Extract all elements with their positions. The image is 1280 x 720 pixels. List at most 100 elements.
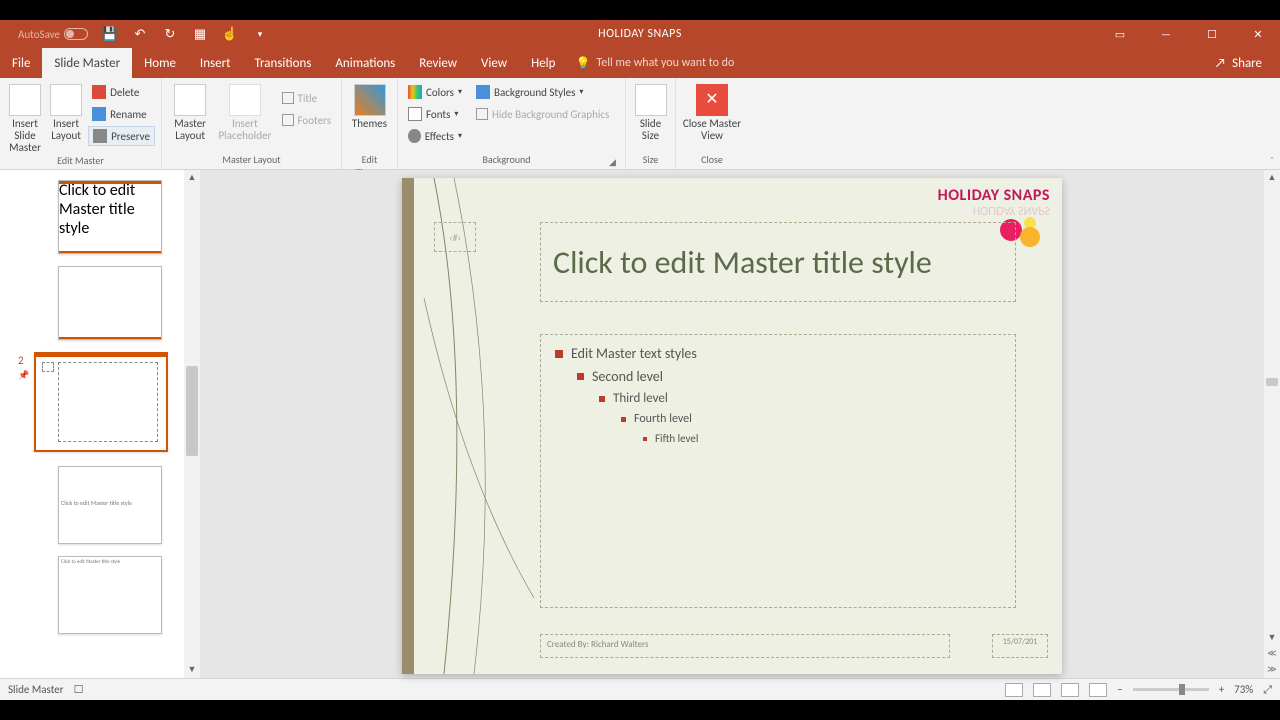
slide-size-label: Slide Size <box>632 118 669 142</box>
scrollbar-thumb[interactable] <box>186 366 198 456</box>
zoom-in-icon[interactable]: + <box>1219 683 1224 696</box>
master-layout-button[interactable]: Master Layout <box>168 82 212 142</box>
background-group-label: Background <box>404 153 609 169</box>
title-checkbox: Title <box>278 88 336 108</box>
scrollbar-thumb[interactable] <box>1266 378 1278 386</box>
statusbar: Slide Master ☐ − + 73% ⤢ <box>0 678 1280 700</box>
chevron-down-icon: ▾ <box>458 87 462 97</box>
start-from-beginning-icon[interactable]: ▦ <box>192 26 208 42</box>
tell-me-search[interactable]: 💡 Tell me what you want to do <box>576 48 735 78</box>
scroll-up-icon[interactable]: ▲ <box>184 170 200 186</box>
zoom-slider[interactable] <box>1133 688 1209 691</box>
redo-icon[interactable]: ↻ <box>162 26 178 42</box>
background-styles-button[interactable]: Background Styles▾ <box>472 82 619 102</box>
slide-number-placeholder[interactable]: ‹#› <box>434 222 476 252</box>
footer-placeholder[interactable]: Created By: Richard Walters <box>540 634 950 658</box>
preserve-button[interactable]: Preserve <box>88 126 155 146</box>
fonts-icon <box>408 107 422 121</box>
slide-size-icon <box>635 84 667 116</box>
bullet-icon <box>643 437 647 441</box>
footers-checkbox: Footers <box>278 110 336 130</box>
zoom-knob[interactable] <box>1179 684 1185 695</box>
status-mode: Slide Master <box>8 683 64 696</box>
reading-view-icon[interactable] <box>1061 683 1079 697</box>
autosave-pill-icon <box>64 28 88 40</box>
effects-button[interactable]: Effects▾ <box>404 126 466 146</box>
slide-canvas[interactable]: HOLIDAY SNAPS HOLIDAY SNAPS ‹#› Click to… <box>200 170 1264 678</box>
close-master-icon: ✕ <box>696 84 728 116</box>
notes-icon[interactable]: ☐ <box>74 683 84 696</box>
tab-help[interactable]: Help <box>519 48 567 78</box>
tab-slide-master[interactable]: Slide Master <box>42 48 132 78</box>
themes-button[interactable]: Themes <box>348 82 391 130</box>
insert-slide-master-label: Insert Slide Master <box>6 118 44 154</box>
tab-file[interactable]: File <box>0 48 42 78</box>
normal-view-icon[interactable] <box>1005 683 1023 697</box>
slide-sorter-icon[interactable] <box>1033 683 1051 697</box>
next-slide-icon[interactable]: ≫ <box>1264 662 1280 678</box>
slideshow-icon[interactable] <box>1089 683 1107 697</box>
maximize-icon[interactable]: ☐ <box>1190 20 1234 48</box>
ribbon-display-icon[interactable]: ▭ <box>1098 20 1142 48</box>
scroll-down-icon[interactable]: ▼ <box>184 662 200 678</box>
tab-animations[interactable]: Animations <box>323 48 407 78</box>
slide-size-button[interactable]: Slide Size <box>632 82 669 142</box>
tab-view[interactable]: View <box>469 48 519 78</box>
canvas-scrollbar[interactable]: ▲ ▼ ≪ ≫ <box>1264 170 1280 678</box>
scroll-down-icon[interactable]: ▼ <box>1264 630 1280 646</box>
insert-slide-master-button[interactable]: Insert Slide Master <box>6 82 44 154</box>
layout-thumb-selected[interactable] <box>34 352 168 452</box>
list-item: Fifth level <box>643 432 1001 445</box>
autosave-toggle[interactable]: AutoSave <box>18 28 88 41</box>
layout-thumb[interactable]: Click to edit Master title style <box>58 556 162 634</box>
prev-slide-icon[interactable]: ≪ <box>1264 646 1280 662</box>
title-placeholder[interactable]: Click to edit Master title style <box>540 222 1016 302</box>
insert-placeholder-label: Insert Placeholder <box>218 118 271 142</box>
bullet-icon <box>577 373 584 380</box>
fit-to-window-icon[interactable]: ⤢ <box>1263 683 1272 697</box>
rename-button[interactable]: Rename <box>88 104 155 124</box>
chevron-down-icon: ▾ <box>579 87 583 97</box>
qat-more-icon[interactable]: ▾ <box>252 26 268 42</box>
scroll-up-icon[interactable]: ▲ <box>1264 170 1280 186</box>
close-master-view-button[interactable]: ✕ Close Master View <box>682 82 742 142</box>
tab-review[interactable]: Review <box>407 48 469 78</box>
checkbox-icon <box>282 92 294 104</box>
layout-thumb[interactable] <box>58 266 162 340</box>
titlebar: AutoSave 💾 ↶ ↻ ▦ ☝ ▾ HOLIDAY SNAPS ▭ — ☐… <box>0 20 1280 48</box>
share-label: Share <box>1232 56 1262 71</box>
fonts-button[interactable]: Fonts▾ <box>404 104 466 124</box>
close-icon[interactable]: ✕ <box>1236 20 1280 48</box>
colors-button[interactable]: Colors▾ <box>404 82 466 102</box>
minimize-icon[interactable]: — <box>1144 20 1188 48</box>
delete-button[interactable]: Delete <box>88 82 155 102</box>
bullet-icon <box>555 350 563 358</box>
zoom-level[interactable]: 73% <box>1234 683 1253 696</box>
background-dialog-launcher-icon[interactable]: ◢ <box>609 157 619 167</box>
layout-thumb[interactable]: Click to edit Master title style <box>58 180 162 254</box>
quick-access-toolbar: 💾 ↶ ↻ ▦ ☝ ▾ <box>102 26 268 42</box>
touch-mode-icon[interactable]: ☝ <box>222 26 238 42</box>
chevron-down-icon: ▾ <box>458 131 462 141</box>
workspace: Click to edit Master title style 2 📌 Cli… <box>0 170 1280 678</box>
date-placeholder[interactable]: 15/07/201 <box>992 634 1048 658</box>
list-item: Second level <box>577 368 1001 385</box>
colors-icon <box>408 85 422 99</box>
thumbnails-scrollbar[interactable]: ▲ ▼ <box>184 170 200 678</box>
body-placeholder[interactable]: Edit Master text styles Second level Thi… <box>540 334 1016 608</box>
tab-home[interactable]: Home <box>132 48 188 78</box>
share-button[interactable]: ↗ Share <box>1197 48 1280 78</box>
undo-icon[interactable]: ↶ <box>132 26 148 42</box>
insert-layout-button[interactable]: Insert Layout <box>50 82 82 142</box>
save-icon[interactable]: 💾 <box>102 26 118 42</box>
wisp-decoration <box>414 178 534 674</box>
tab-insert[interactable]: Insert <box>188 48 243 78</box>
tab-transitions[interactable]: Transitions <box>242 48 323 78</box>
themes-label: Themes <box>352 118 387 130</box>
master-layout-label: Master Layout <box>168 118 212 142</box>
layout-thumb[interactable]: Click to edit Master title style <box>58 466 162 544</box>
thumbnails-pane: Click to edit Master title style 2 📌 Cli… <box>0 170 200 678</box>
collapse-ribbon-icon[interactable]: ˆ <box>1270 154 1274 167</box>
chevron-down-icon: ▾ <box>454 109 458 119</box>
zoom-out-icon[interactable]: − <box>1117 683 1122 696</box>
